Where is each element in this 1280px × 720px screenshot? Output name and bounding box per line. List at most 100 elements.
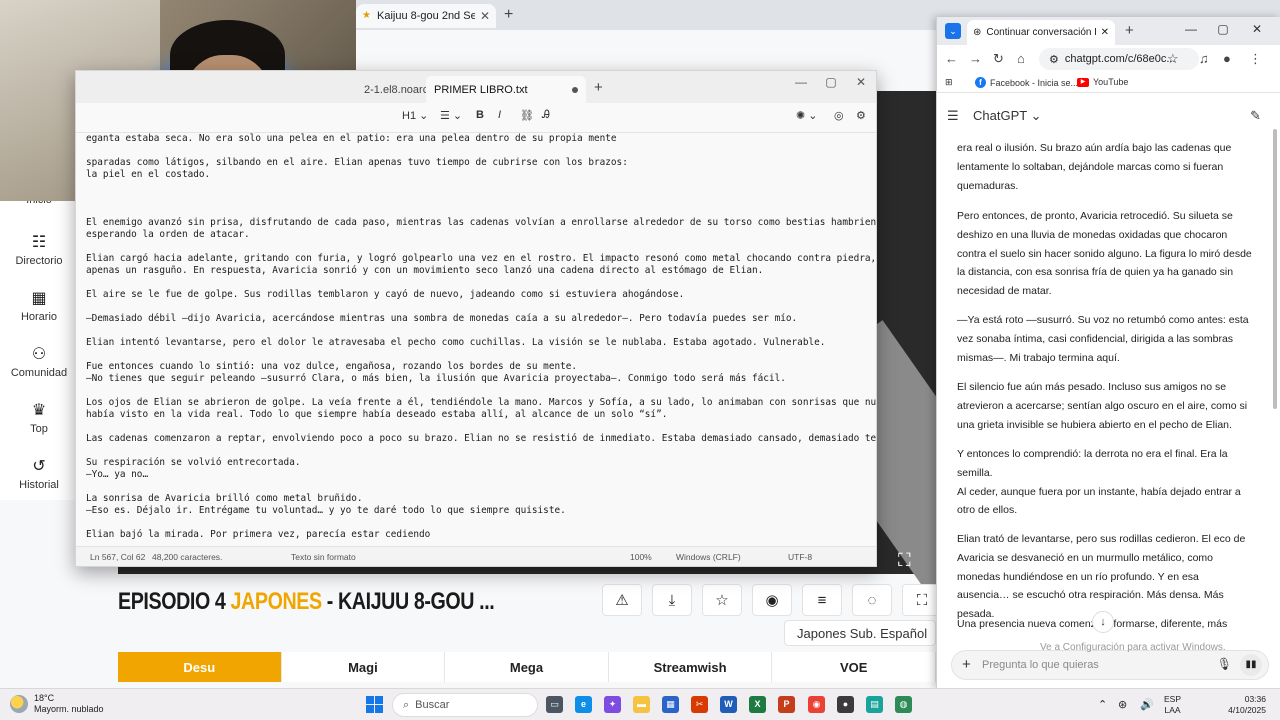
- italic-icon[interactable]: I: [498, 109, 501, 121]
- nav-item-comunidad[interactable]: ⚇ Comunidad: [0, 346, 78, 379]
- apps-grid-icon[interactable]: ⊞: [945, 77, 953, 88]
- light-toggle-button[interactable]: ◌: [852, 584, 892, 616]
- edge-icon[interactable]: e: [575, 696, 592, 713]
- bold-icon[interactable]: B: [476, 109, 484, 121]
- list-icon[interactable]: ☰ ⌄: [440, 109, 462, 122]
- tab-search-icon[interactable]: ⌄: [945, 23, 961, 39]
- unsaved-dot-icon[interactable]: [572, 86, 578, 93]
- maximize-button[interactable]: ▢: [1209, 22, 1237, 36]
- copilot-app-icon[interactable]: ✦: [604, 696, 621, 713]
- notepad-app-icon[interactable]: ▤: [866, 696, 883, 713]
- server-button-desu[interactable]: Desu: [118, 652, 282, 682]
- taskbar-clock[interactable]: 03:36 4/10/2025: [1214, 694, 1266, 716]
- home-icon[interactable]: ⌂: [1017, 51, 1025, 66]
- menu-icon[interactable]: ⋮: [1249, 51, 1262, 67]
- browser-address-bar[interactable]: [356, 30, 936, 60]
- language-select[interactable]: Japones Sub. Español: [784, 620, 936, 646]
- link-icon[interactable]: ⛓: [520, 109, 534, 122]
- notepad-text-area[interactable]: eganta estaba seca. No era solo una pele…: [76, 133, 876, 545]
- microphone-icon[interactable]: 🎙: [1217, 657, 1232, 671]
- close-button[interactable]: ✕: [1243, 22, 1271, 36]
- download-icon: ⤓: [668, 591, 676, 609]
- tab-title: Kaijuu 8-gou 2nd Season 4 Sub: [377, 10, 475, 22]
- scroll-down-icon[interactable]: ↓: [1092, 611, 1114, 633]
- download-button[interactable]: ⤓: [652, 584, 692, 616]
- bookmark-youtube[interactable]: ▶ YouTube: [1077, 77, 1128, 87]
- close-button[interactable]: ✕: [846, 75, 876, 89]
- powerpoint-icon[interactable]: P: [778, 696, 795, 713]
- notepad-tab-primer-libro[interactable]: PRIMER LIBRO.txt: [426, 76, 586, 103]
- new-tab-button[interactable]: +: [1125, 22, 1134, 39]
- nav-item-top[interactable]: ♛ Top: [0, 402, 78, 435]
- new-tab-button[interactable]: +: [594, 79, 603, 96]
- chat-message-area[interactable]: era real o ilusión. Su brazo aún ardía b…: [937, 129, 1271, 637]
- reload-icon[interactable]: ↻: [993, 51, 1004, 67]
- server-button-magi[interactable]: Magi: [282, 652, 446, 682]
- nav-item-historial[interactable]: ↺ Historial: [0, 458, 78, 491]
- new-tab-button[interactable]: +: [504, 6, 513, 24]
- browser-tab-kaijuu[interactable]: ★ Kaijuu 8-gou 2nd Season 4 Sub ✕: [356, 4, 496, 28]
- notepad-line: [86, 481, 866, 493]
- episode-title-number: EPISODIO 4: [118, 588, 226, 615]
- close-tab-icon[interactable]: ✕: [1101, 27, 1109, 38]
- bookmark-star-icon[interactable]: ☆: [1167, 51, 1179, 67]
- sidebar-toggle-icon[interactable]: ☰: [947, 108, 959, 124]
- facebook-icon: f: [975, 77, 986, 88]
- chat-scrollbar-thumb[interactable]: [1273, 129, 1277, 409]
- copilot-icon[interactable]: ✺ ⌄: [796, 109, 818, 122]
- eye-icon: ◉: [765, 592, 779, 609]
- word-icon[interactable]: W: [720, 696, 737, 713]
- server-button-streamwish[interactable]: Streamwish: [609, 652, 773, 682]
- task-view-icon[interactable]: ▭: [546, 696, 563, 713]
- browser-tab-chatgpt[interactable]: ⊛ Continuar conversación Elian C ✕: [967, 20, 1115, 45]
- bookmark-facebook[interactable]: f Facebook - Inicia se...: [975, 77, 1078, 88]
- new-chat-icon[interactable]: ✎: [1250, 108, 1261, 124]
- snipping-tool-icon[interactable]: ✂: [691, 696, 708, 713]
- minimize-button[interactable]: —: [786, 75, 816, 89]
- windows-taskbar: 18°C Mayorm. nublado ⌕ Buscar ▭ e ✦ ▬ ▦ …: [0, 688, 1280, 720]
- watched-button[interactable]: ◉: [752, 584, 792, 616]
- chrome-profile-icon[interactable]: ◍: [895, 696, 912, 713]
- tray-overflow-icon[interactable]: ⌃: [1098, 698, 1107, 711]
- media-icon[interactable]: ♫: [1199, 51, 1209, 66]
- chat-scrollbar[interactable]: [1272, 129, 1278, 649]
- site-info-icon[interactable]: ⚙: [1049, 53, 1059, 66]
- clear-format-icon[interactable]: Ꭿ: [542, 109, 550, 122]
- fullscreen-icon[interactable]: ⛶: [898, 550, 920, 570]
- notepad-tab-rpm[interactable]: 2-1.el8.noarch.rpm: [356, 76, 426, 103]
- favorite-button[interactable]: ☆: [702, 584, 742, 616]
- server-button-mega[interactable]: Mega: [445, 652, 609, 682]
- server-button-voe[interactable]: VOE: [772, 652, 936, 682]
- account-icon[interactable]: ◎: [834, 109, 844, 122]
- voice-mode-icon[interactable]: ▮▮: [1240, 654, 1262, 676]
- add-attachment-icon[interactable]: +: [962, 656, 971, 673]
- add-to-list-button[interactable]: ≡: [802, 584, 842, 616]
- start-button-windows-icon[interactable]: [366, 696, 383, 713]
- calendar-icon: ▦: [31, 290, 47, 307]
- profile-avatar[interactable]: ●: [1223, 51, 1231, 66]
- notepad-line: Elian intentó levantarse, pero el dolor …: [86, 337, 826, 348]
- volume-icon[interactable]: 🔊: [1140, 698, 1154, 711]
- file-explorer-icon[interactable]: ▬: [633, 696, 650, 713]
- cursor-position: Ln 567, Col 62: [90, 552, 146, 562]
- settings-gear-icon[interactable]: ⚙: [856, 109, 866, 122]
- excel-icon[interactable]: X: [749, 696, 766, 713]
- forward-icon[interactable]: →: [969, 51, 982, 66]
- close-tab-icon[interactable]: ✕: [480, 9, 490, 23]
- chrome-icon[interactable]: ◉: [808, 696, 825, 713]
- calculator-icon[interactable]: ▦: [662, 696, 679, 713]
- back-icon[interactable]: ←: [945, 51, 958, 66]
- network-icon[interactable]: ⊛: [1118, 698, 1127, 711]
- taskbar-search[interactable]: ⌕ Buscar: [392, 693, 538, 717]
- heading-dropdown[interactable]: H1 ⌄: [402, 109, 428, 122]
- chat-input[interactable]: + Pregunta lo que quieras 🎙 ▮▮: [951, 650, 1269, 680]
- weather-widget[interactable]: 18°C Mayorm. nublado: [10, 693, 104, 715]
- nav-item-directorio[interactable]: ☷ Directorio: [0, 234, 78, 267]
- report-button[interactable]: ⚠: [602, 584, 642, 616]
- obs-icon[interactable]: ●: [837, 696, 854, 713]
- maximize-button[interactable]: ▢: [816, 75, 846, 89]
- model-selector[interactable]: ChatGPT ⌄: [973, 108, 1041, 124]
- minimize-button[interactable]: —: [1177, 22, 1205, 36]
- language-indicator[interactable]: ESP LAA: [1164, 694, 1181, 716]
- nav-item-horario[interactable]: ▦ Horario: [0, 290, 78, 323]
